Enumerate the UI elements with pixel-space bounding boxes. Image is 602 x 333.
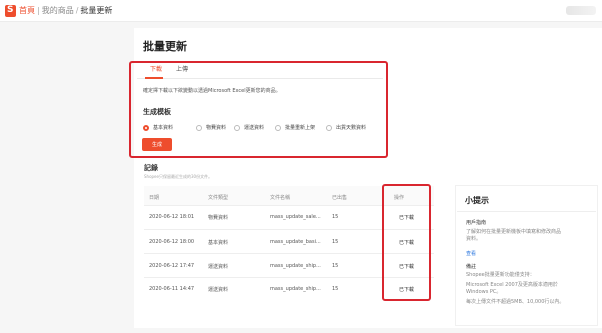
notice-text-line: Windows PC。 bbox=[466, 289, 502, 295]
notice-text: Shopee批量更新功能僅支持： Microsoft Excel 2007及更高… bbox=[466, 272, 564, 306]
row-date: 2020-06-11 14:47 bbox=[149, 286, 195, 292]
top-bar: 首頁|我的商品/批量更新 bbox=[0, 0, 602, 22]
column-header-file-type: 文件類型 bbox=[208, 195, 229, 201]
notice-text-line: Microsoft Excel 2007及更高版本適用於 bbox=[466, 282, 558, 288]
row-sold-count: 15 bbox=[332, 286, 339, 292]
breadcrumb-home[interactable]: 首頁 bbox=[19, 6, 35, 15]
notice-heading: 備註 bbox=[466, 264, 477, 270]
row-file-type: 運送資料 bbox=[208, 287, 229, 293]
breadcrumb-separator: | bbox=[37, 6, 40, 15]
breadcrumb: 首頁 | 我的商品 / 批量更新 bbox=[19, 5, 112, 17]
row-date: 2020-06-12 18:00 bbox=[149, 239, 195, 245]
row-date: 2020-06-12 18:01 bbox=[149, 214, 195, 220]
shopee-logo-icon[interactable] bbox=[5, 5, 16, 17]
user-guide-heading: 用戶指南 bbox=[466, 220, 487, 226]
row-sold-count: 15 bbox=[332, 263, 339, 269]
download-panel-highlight bbox=[129, 61, 388, 158]
page-title: 批量更新 bbox=[143, 40, 187, 53]
row-sold-count: 15 bbox=[332, 239, 339, 245]
records-heading: 記錄 bbox=[144, 164, 158, 172]
user-guide-text: 了解如何在批量更新機板中填寫和修改商品 資料。 bbox=[466, 229, 561, 243]
tips-divider bbox=[457, 211, 596, 212]
breadcrumb-separator: / bbox=[75, 6, 79, 15]
row-date: 2020-06-12 17:47 bbox=[149, 263, 195, 269]
column-header-date: 日期 bbox=[149, 195, 160, 201]
notice-text-line: 每次上傳文件不超過5MB、10,000行以內。 bbox=[466, 299, 565, 305]
action-column-highlight bbox=[382, 184, 431, 301]
row-sold-count: 15 bbox=[332, 214, 339, 220]
breadcrumb-my-products[interactable]: 我的商品 bbox=[42, 6, 74, 15]
user-guide-text-line: 了解如何在批量更新機板中填寫和修改商品 bbox=[466, 229, 562, 235]
row-file-type: 物費資料 bbox=[208, 215, 229, 221]
column-header-sold: 已出售 bbox=[332, 195, 348, 201]
records-subtitle: Shopee只保留最近生成的30份文件。 bbox=[144, 174, 213, 179]
row-file-name: mass_update_ship... bbox=[270, 263, 321, 269]
column-header-file-name: 文件名稱 bbox=[270, 195, 291, 201]
view-guide-link[interactable]: 查看 bbox=[466, 250, 476, 257]
breadcrumb-current: 批量更新 bbox=[80, 6, 113, 15]
row-file-name: mass_update_ship... bbox=[270, 286, 321, 292]
user-guide-text-line: 資料。 bbox=[466, 236, 482, 242]
row-file-name: mass_update_sale... bbox=[270, 214, 321, 220]
row-file-type: 基本資料 bbox=[208, 240, 229, 246]
notice-text-line: Shopee批量更新功能僅支持： bbox=[466, 272, 535, 278]
row-file-type: 運送資料 bbox=[208, 264, 229, 270]
row-file-name: mass_update_basi... bbox=[270, 239, 321, 245]
user-account-menu[interactable] bbox=[566, 6, 596, 15]
tips-title: 小提示 bbox=[465, 196, 489, 205]
